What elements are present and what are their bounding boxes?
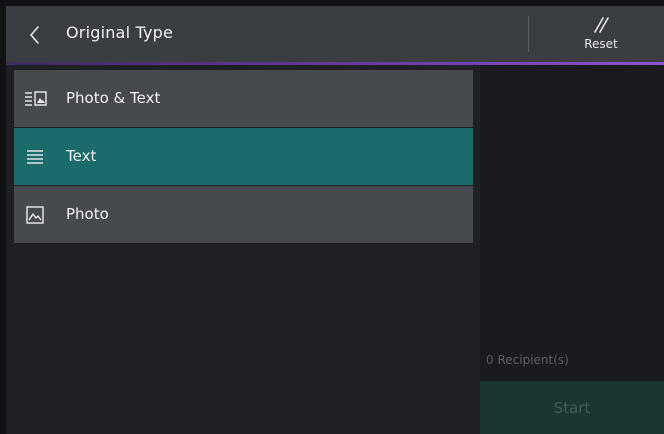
option-label: Text: [66, 147, 97, 165]
photo-text-icon: [25, 91, 47, 106]
chevron-left-icon: [30, 26, 39, 44]
page-title: Original Type: [66, 23, 174, 42]
option-text[interactable]: Text: [14, 128, 473, 185]
reset-button[interactable]: Reset: [566, 12, 636, 58]
header-bar: Original Type Reset: [6, 6, 664, 62]
recipients-count: 0 Recipient(s): [486, 353, 569, 367]
back-button[interactable]: [20, 20, 50, 50]
option-photo[interactable]: Photo: [14, 186, 473, 243]
reset-label: Reset: [584, 37, 618, 51]
start-button[interactable]: Start: [480, 381, 664, 434]
original-type-list: Photo & Text Text Photo: [14, 70, 473, 244]
option-photo-and-text[interactable]: Photo & Text: [14, 70, 473, 127]
text-lines-icon: [27, 150, 43, 164]
job-panel: 0 Recipient(s) Start: [480, 65, 664, 434]
double-slash-reset-icon: [594, 17, 609, 33]
copy-screen: Original Type Reset Photo & Text Text Ph…: [6, 6, 664, 434]
option-label: Photo: [66, 205, 109, 223]
option-label: Photo & Text: [66, 89, 161, 107]
header-divider: [528, 16, 529, 52]
photo-icon: [26, 206, 44, 224]
